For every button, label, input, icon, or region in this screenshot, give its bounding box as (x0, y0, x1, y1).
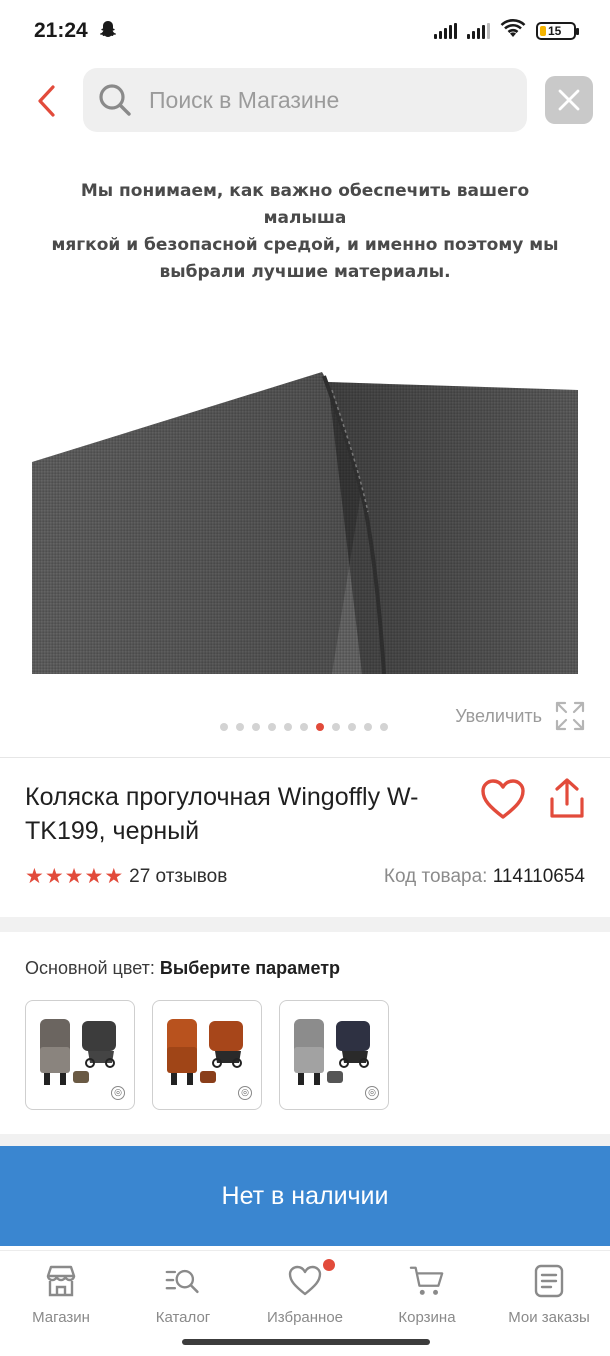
catalog-search-icon (165, 1263, 201, 1299)
orders-icon (531, 1263, 567, 1299)
nav-label: Каталог (155, 1309, 211, 1326)
swatch-badge-icon: ◎ (365, 1086, 379, 1100)
rating-row: ★ ★ ★ ★ ★ 27 отзывов Код товара: 1141106… (25, 866, 585, 888)
carousel-dot[interactable] (364, 723, 372, 731)
color-swatch-light-gray[interactable]: ◎ (279, 1000, 389, 1110)
carousel-dot[interactable] (220, 723, 228, 731)
carousel-dot[interactable] (284, 723, 292, 731)
snapchat-icon (98, 19, 118, 44)
star-icon: ★ (104, 865, 124, 888)
color-swatches: ◎ ◎ ◎ (25, 1000, 389, 1110)
sku: Код товара: 114110654 (384, 866, 585, 888)
wifi-icon (500, 18, 526, 44)
store-icon (43, 1263, 79, 1299)
zoom-label: Увеличить (455, 705, 542, 726)
header: Поиск в Магазине (0, 68, 610, 134)
nav-label: Мои заказы (508, 1309, 590, 1326)
carousel-dot[interactable] (332, 723, 340, 731)
image-caption: Мы понимаем, как важно обеспечить вашего… (51, 181, 559, 282)
color-swatch-orange[interactable]: ◎ (152, 1000, 262, 1110)
product-title: Коляска прогулочная Wingoffly W-TK199, ч… (25, 783, 419, 845)
sku-label: Код товара: (383, 866, 488, 887)
zoom-button[interactable]: Увеличить (455, 700, 586, 732)
color-swatch-gray[interactable]: ◎ (25, 1000, 135, 1110)
add-to-favorites-button[interactable] (480, 778, 526, 822)
carousel-dot[interactable] (268, 723, 276, 731)
battery-level: 15 (548, 24, 562, 38)
out-of-stock-label: Нет в наличии (221, 1181, 389, 1210)
nav-item-store[interactable]: Магазин (0, 1251, 122, 1356)
carousel-dots (220, 723, 388, 731)
expand-icon (555, 701, 585, 731)
back-button[interactable] (26, 78, 66, 124)
chevron-left-icon (38, 85, 55, 117)
product-image-fabric (32, 372, 578, 674)
search-placeholder: Поиск в Магазине (149, 86, 340, 113)
home-indicator[interactable] (182, 1339, 430, 1345)
product-gallery[interactable]: Мы понимаем, как важно обеспечить вашего… (0, 140, 610, 755)
carousel-dot[interactable] (300, 723, 308, 731)
swatch-badge-icon: ◎ (238, 1086, 252, 1100)
nav-label: Корзина (398, 1309, 456, 1326)
color-option-label: Основной цвет: Выберите параметр (25, 958, 341, 978)
nav-label: Магазин (32, 1309, 90, 1326)
status-bar: 21:24 15 (0, 0, 610, 62)
nav-label: Избранное (266, 1309, 344, 1326)
close-button[interactable] (545, 76, 593, 124)
cellular-signal-icon (434, 23, 457, 39)
notification-badge (323, 1259, 335, 1271)
heart-icon (287, 1263, 323, 1299)
carousel-dot[interactable] (252, 723, 260, 731)
star-icon: ★ (84, 865, 104, 888)
carousel-dot[interactable] (380, 723, 388, 731)
divider (0, 757, 610, 758)
section-separator (0, 1134, 610, 1146)
star-icon: ★ (44, 865, 64, 888)
out-of-stock-button[interactable]: Нет в наличии (0, 1146, 610, 1246)
heart-icon (481, 779, 525, 819)
search-input[interactable]: Поиск в Магазине (83, 68, 527, 132)
share-button[interactable] (545, 776, 589, 822)
cellular-signal-2-icon (467, 23, 490, 39)
search-icon (97, 82, 133, 118)
color-option-value: Выберите параметр (159, 958, 341, 978)
carousel-dot[interactable] (348, 723, 356, 731)
close-icon (558, 89, 580, 111)
reviews-link[interactable]: 27 отзывов (129, 866, 227, 888)
rating-stars: ★ ★ ★ ★ ★ (25, 866, 123, 888)
battery-icon: 15 (536, 22, 579, 40)
sku-value: 114110654 (492, 866, 585, 887)
star-icon: ★ (25, 865, 44, 888)
carousel-dot-active[interactable] (316, 723, 324, 731)
nav-item-orders[interactable]: Мои заказы (488, 1251, 610, 1356)
cart-icon (409, 1263, 445, 1299)
share-icon (550, 778, 584, 818)
status-time: 21:24 (34, 19, 88, 42)
carousel-dot[interactable] (236, 723, 244, 731)
swatch-badge-icon: ◎ (111, 1086, 125, 1100)
section-separator (0, 917, 610, 932)
star-icon: ★ (64, 865, 84, 888)
